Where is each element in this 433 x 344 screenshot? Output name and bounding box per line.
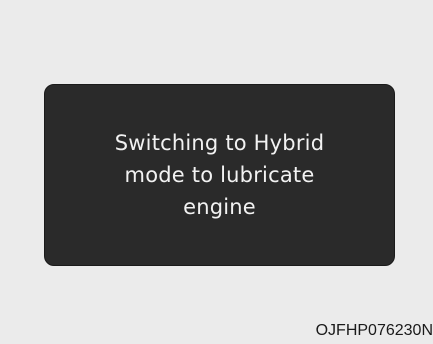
hybrid-mode-message: Switching to Hybrid mode to lubricate en… — [70, 127, 370, 223]
figure-code: OJFHP076230N — [315, 322, 433, 339]
message-line-2: mode to lubricate — [124, 163, 315, 187]
cluster-display-panel: Switching to Hybrid mode to lubricate en… — [44, 84, 395, 266]
message-line-3: engine — [183, 195, 256, 219]
message-line-1: Switching to Hybrid — [114, 131, 325, 155]
